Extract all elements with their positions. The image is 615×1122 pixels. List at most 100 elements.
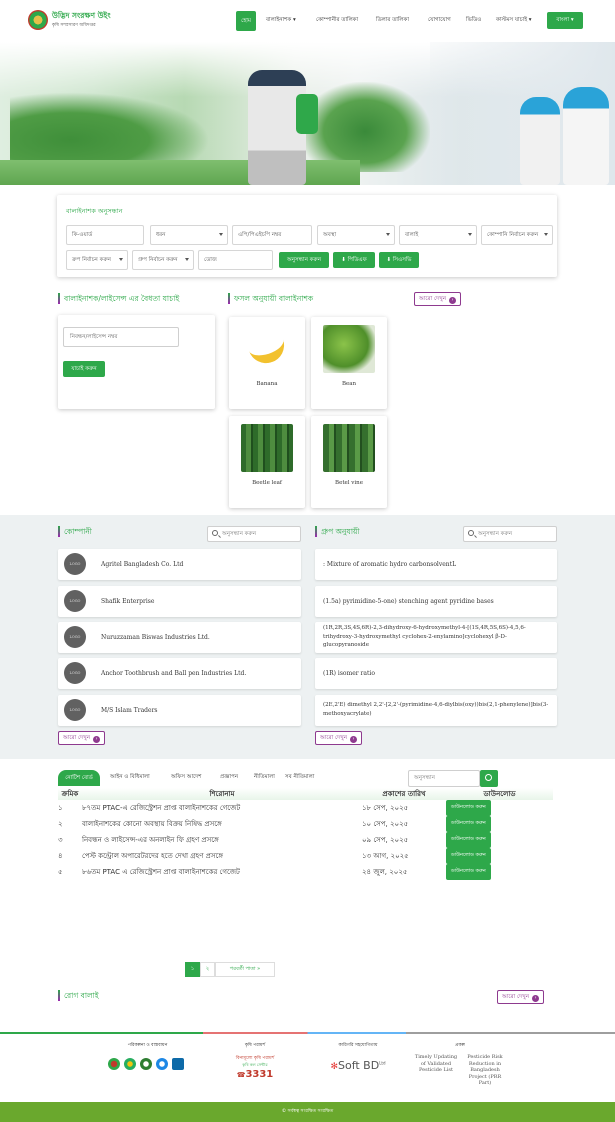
date-cell: ১৩ আগ, ২০২৫: [362, 852, 409, 860]
diseases-title: রোগ বালাই: [58, 990, 99, 1003]
serial-cell: ৪: [58, 852, 63, 860]
crop-card[interactable]: Bean: [311, 317, 387, 409]
softbd-name: Soft BD: [337, 1059, 380, 1072]
group-row[interactable]: (1R,2R,3S,4S,6R)-2,3-dihydroxy-6-hydroxy…: [315, 622, 557, 653]
type-select[interactable]: ধরন: [150, 225, 228, 245]
company-row[interactable]: LOGO M/S Islam Traders: [58, 695, 301, 726]
nav-video[interactable]: ভিডিও: [466, 17, 481, 25]
tab-office-orders[interactable]: অফিস আদেশ: [171, 774, 202, 782]
crops-more-button[interactable]: আরো দেখুন ›: [414, 292, 462, 306]
softbd-logo[interactable]: ✻Soft BDLtd: [318, 1059, 398, 1072]
company-row[interactable]: LOGO Anchor Toothbrush and Ball pen Indus…: [58, 658, 301, 689]
crop-card[interactable]: Banana: [229, 317, 305, 409]
call-center-number[interactable]: ☎3331: [220, 1069, 290, 1080]
pest-select-label: বালাই: [405, 232, 419, 238]
notice-search-input[interactable]: অনুসন্ধান: [408, 770, 480, 787]
pest-select[interactable]: বালাই: [399, 225, 477, 245]
verify-section-title: বালাইনাশক/লাইসেন্স এর বৈধতা যাচাই: [58, 293, 179, 306]
pesticide-search-panel: বালাইনাশক অনুসন্ধান কি-ওয়ার্ড ধরন এপি/প…: [57, 195, 557, 277]
notice-search-button[interactable]: [480, 770, 498, 787]
table-row: ৫ ৮৬তম PTAC এ রেজিস্ট্রেশন প্রাপ্ত বালাই…: [58, 864, 553, 880]
tab-policies[interactable]: নীতিমালা: [254, 774, 275, 782]
more-label: আরো দেখুন: [502, 994, 530, 1000]
group-row[interactable]: (2E,2'E) dimethyl 2,2'-[2,2'-(pyrimidine…: [315, 695, 557, 726]
search-panel-title: বালাইনাশক অনুসন্ধান: [66, 207, 123, 215]
group-name: (1R,2R,3S,4S,6R)-2,3-dihydroxy-6-hydroxy…: [323, 625, 526, 648]
license-number-input[interactable]: নিবন্ধন/লাইসেন্স নম্বর: [63, 327, 179, 347]
download-button[interactable]: ডাউনলোড করুন: [446, 800, 491, 816]
download-button[interactable]: ডাউনলোড করুন: [446, 832, 491, 848]
call-center-text: কৃষি কল সেন্টার: [242, 1062, 268, 1067]
status-select-label: অবস্থা: [323, 232, 337, 238]
column-header-download: ডাউনলোড: [483, 790, 516, 798]
beetle-leaf-icon: [241, 424, 293, 472]
tab-gazette[interactable]: প্রজ্ঞাপন: [220, 774, 238, 782]
copyright-text: © সর্বস্বত্ব সংরক্ষিত সংরক্ষিত: [281, 1109, 334, 1114]
chevron-down-icon: [219, 233, 223, 236]
group-select-label: গ্রুপ নির্বাচন করুন: [138, 257, 178, 263]
download-button[interactable]: ডাউনলোড করুন: [446, 848, 491, 864]
crop-card[interactable]: Beetle leaf: [229, 416, 305, 508]
company-name: Shafik Enterprise: [101, 598, 155, 605]
download-button[interactable]: ডাউনলোড করুন: [446, 816, 491, 832]
group-select[interactable]: গ্রুপ নির্বাচন করুন: [132, 250, 194, 270]
download-button[interactable]: ডাউনলোড করুন: [446, 864, 491, 880]
title-cell[interactable]: পেস্ট কন্ট্রোল অপারেটরদের হতে দেখা গ্রহণ…: [82, 848, 362, 864]
company-search-placeholder: অনুসন্ধান করুন: [222, 531, 257, 537]
softbd-suffix: Ltd: [379, 1060, 386, 1066]
group-search-input[interactable]: অনুসন্ধান করুন: [463, 526, 557, 542]
company-search-input[interactable]: অনুসন্ধান করুন: [207, 526, 301, 542]
tab-all-policies[interactable]: সব নীতিমালা: [285, 774, 314, 782]
column-header-title: শিরোনাম: [209, 790, 235, 798]
group-row[interactable]: : Mixture of aromatic hydro carbonsolven…: [315, 549, 557, 580]
nav-dealers[interactable]: ডিলার তালিকা: [376, 17, 409, 25]
title-cell[interactable]: নিবন্ধন ও লাইসেন্স-এর অনলাইন ফি গ্রহণ প্…: [82, 832, 362, 848]
company-logo: LOGO: [64, 626, 86, 648]
download-cell: ডাউনলোড করুন: [446, 832, 553, 848]
nav-home[interactable]: হোম: [236, 11, 256, 31]
project-link-2[interactable]: Pesticide Risk Reduction in Bangladesh P…: [462, 1054, 508, 1087]
pdf-button[interactable]: ⬇ পিডিএফ: [333, 252, 375, 268]
site-header: উদ্ভিদ সংরক্ষণ উইং কৃষি সম্প্রসারণ অধিদপ…: [0, 0, 615, 42]
logo-emblem-icon[interactable]: [28, 10, 48, 30]
serial-cell: ৩: [58, 836, 63, 844]
project-link-1[interactable]: Timely Updating of Validated Pesticide L…: [412, 1054, 460, 1074]
tab-notice-board[interactable]: নোটিশ বোর্ড: [58, 770, 100, 786]
verify-button[interactable]: যাচাই করুন: [63, 361, 105, 377]
dose-input[interactable]: ডোজ: [198, 250, 273, 270]
company-row[interactable]: LOGO Nuruzzaman Biswas Industries Ltd.: [58, 622, 301, 653]
partner-logo-icon: [172, 1058, 184, 1070]
search-button[interactable]: অনুসন্ধান করুন: [279, 252, 329, 268]
ap-number-input[interactable]: এপি/পিএইচপি নম্বর: [232, 225, 312, 245]
nav-contact[interactable]: যোগাযোগ: [428, 17, 451, 25]
language-button[interactable]: বাংলা ▾: [547, 12, 583, 29]
page-2[interactable]: ২: [200, 962, 215, 977]
status-select[interactable]: অবস্থা: [317, 225, 395, 245]
group-search-placeholder: অনুসন্ধান করুন: [478, 531, 513, 537]
crop-select[interactable]: ক্রপ নির্বাচন করুন: [66, 250, 128, 270]
companies-groups-section: কোম্পানী অনুসন্ধান করুন LOGO Agritel Bang…: [0, 515, 615, 759]
footer-color-strip: [0, 1032, 615, 1034]
companies-more-button[interactable]: আরো দেখুন ›: [58, 731, 106, 745]
company-row[interactable]: LOGO Agritel Bangladesh Co. Ltd: [58, 549, 301, 580]
company-select[interactable]: কোম্পানি নির্বাচন করুন: [481, 225, 553, 245]
company-row[interactable]: LOGO Shafik Enterprise: [58, 586, 301, 617]
title-cell[interactable]: ৮৭তম PTAC-এ রেজিস্ট্রেশন প্রাপ্ত বালাইনা…: [82, 800, 362, 816]
nav-customs[interactable]: কাস্টমস যাচাই ▾: [496, 17, 532, 25]
crop-card[interactable]: Betel vine: [311, 416, 387, 508]
title-cell[interactable]: ৮৬তম PTAC এ রেজিস্ট্রেশন প্রাপ্ত বালাইনা…: [82, 864, 362, 880]
next-page-link[interactable]: পরবর্তী পাতা »: [215, 962, 275, 977]
title-cell[interactable]: বালাইনাশকের কোনো অবস্থায় বিক্রয় নিষিদ্…: [82, 816, 362, 832]
column-header-serial: ক্রমিক: [61, 790, 79, 798]
diseases-more-button[interactable]: আরো দেখুন ›: [497, 990, 545, 1004]
page-1[interactable]: ১: [185, 962, 200, 977]
group-row[interactable]: (1.5a) pyrimidine-5-one) stenching agent…: [315, 586, 557, 617]
keyword-input[interactable]: কি-ওয়ার্ড: [66, 225, 144, 245]
tab-laws[interactable]: আইন ও বিধিমালা: [110, 774, 150, 782]
download-cell: ডাউনলোড করুন: [446, 848, 553, 864]
groups-more-button[interactable]: আরো দেখুন ›: [315, 731, 363, 745]
nav-pesticides[interactable]: বালাইনাশক ▾: [266, 17, 296, 25]
nav-companies[interactable]: কোম্পানীর তালিকা: [316, 17, 358, 25]
group-row[interactable]: (1R) isomer ratio: [315, 658, 557, 689]
csv-button[interactable]: ⬇ সিএসভি: [379, 252, 419, 268]
